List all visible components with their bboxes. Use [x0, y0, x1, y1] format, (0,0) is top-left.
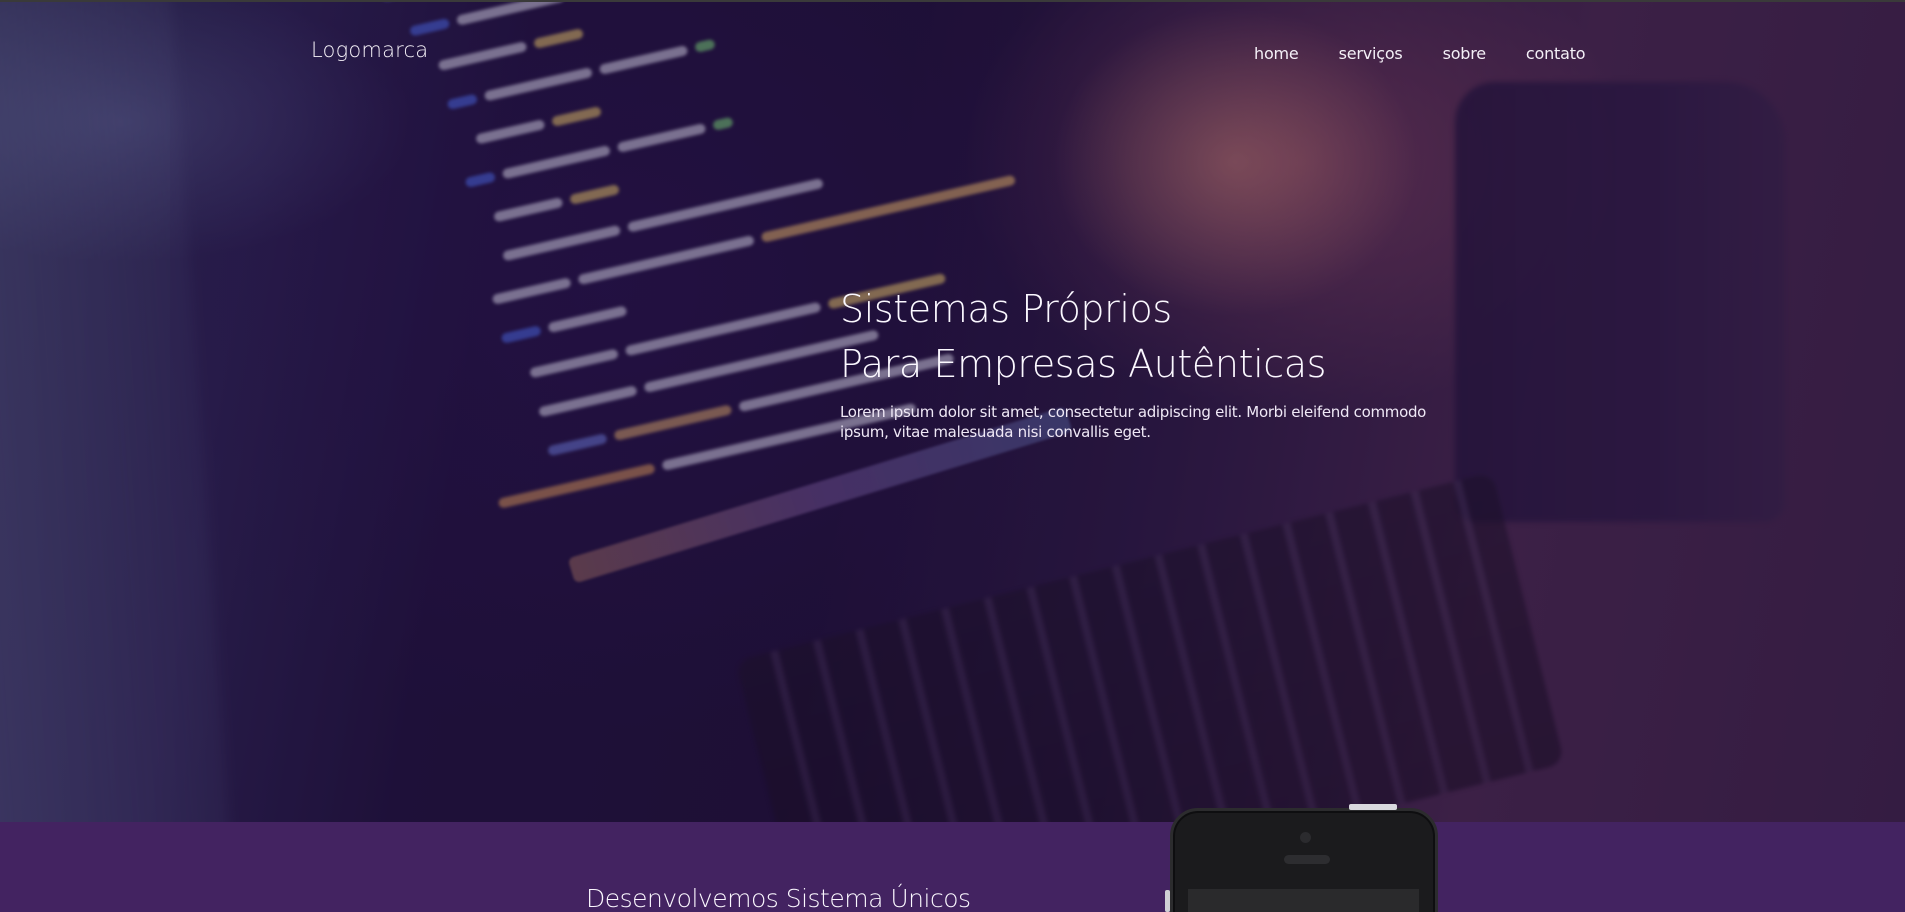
- hero-section: Logomarca home serviços sobre contato Si…: [0, 0, 1905, 822]
- phone-camera: [1300, 832, 1311, 843]
- nav-item-contato[interactable]: contato: [1526, 44, 1586, 63]
- hero-title: Sistemas Próprios Para Empresas Autêntic…: [840, 282, 1460, 392]
- nav-item-servicos[interactable]: serviços: [1339, 44, 1403, 63]
- section-title: Desenvolvemos Sistema Únicos: [586, 884, 971, 912]
- phone-side-button: [1165, 890, 1170, 912]
- nav-item-sobre[interactable]: sobre: [1443, 44, 1487, 63]
- hero-text: Sistemas Próprios Para Empresas Autêntic…: [840, 282, 1460, 442]
- logo[interactable]: Logomarca: [311, 38, 428, 62]
- hero-title-line2: Para Empresas Autênticas: [840, 342, 1327, 386]
- services-section: Desenvolvemos Sistema Únicos: [0, 822, 1905, 912]
- phone-screen: [1188, 889, 1419, 912]
- phone-speaker: [1284, 855, 1330, 864]
- nav-item-home[interactable]: home: [1254, 44, 1299, 63]
- main-menu: home serviços sobre contato: [1254, 44, 1586, 63]
- hero-description: Lorem ipsum dolor sit amet, consectetur …: [840, 403, 1427, 441]
- phone-power-button: [1349, 804, 1397, 810]
- navbar: Logomarca home serviços sobre contato: [0, 2, 1905, 92]
- hero-title-line1: Sistemas Próprios: [840, 287, 1172, 331]
